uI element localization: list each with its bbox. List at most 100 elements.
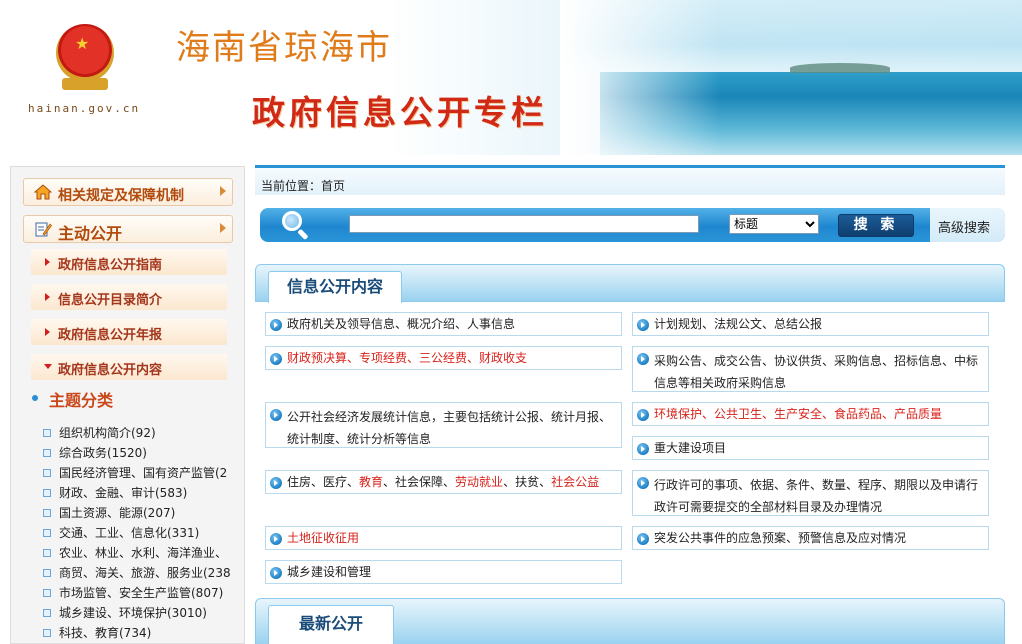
bullet-dot-icon — [32, 395, 38, 401]
search-bar: 标题 搜 索 高级搜索 — [260, 208, 1005, 242]
sidebar-item-guide[interactable]: 政府信息公开指南 — [31, 249, 227, 275]
category-label: 财政预决算、专项经费、三公经费、财政收支 — [287, 351, 528, 365]
topic-label: 市场监管、安全生产监管(807) — [59, 586, 224, 600]
topic-item[interactable]: 科技、教育(734) — [41, 623, 241, 643]
house-icon — [34, 184, 52, 200]
arrow-down-icon — [44, 364, 52, 369]
topic-label: 国民经济管理、国有资产监管(2 — [59, 466, 228, 480]
breadcrumb-text: 当前位置：首页 — [261, 177, 345, 194]
category-link-finance[interactable]: 财政预决算、专项经费、三公经费、财政收支 — [265, 346, 622, 370]
category-link-land-expropriation[interactable]: 土地征收征用 — [265, 526, 622, 550]
search-button[interactable]: 搜 索 — [838, 214, 914, 237]
topic-label: 国土资源、能源(207) — [59, 506, 176, 520]
topic-item[interactable]: 国土资源、能源(207) — [41, 503, 241, 523]
sidebar-item-catalog-intro[interactable]: 信息公开目录简介 — [31, 284, 227, 310]
category-link-statistics[interactable]: 公开社会经济发展统计信息，主要包括统计公报、统计月报、统计制度、统计分析等信息 — [265, 402, 622, 448]
category-label: 突发公共事件的应急预案、预警信息及应对情况 — [654, 531, 907, 545]
breadcrumb-label: 当前位置： — [261, 179, 322, 193]
arrow-circle-icon — [637, 443, 649, 455]
search-input[interactable] — [349, 215, 699, 233]
topic-label: 科技、教育(734) — [59, 626, 152, 640]
magnifier-icon — [282, 211, 310, 241]
sidebar-item-label: 政府信息公开内容 — [58, 363, 163, 378]
list-bullet-icon — [43, 609, 51, 617]
search-field-select[interactable]: 标题 — [729, 214, 819, 234]
arrow-right-icon — [45, 258, 50, 266]
category-label: 行政许可的事项、依据、条件、数量、程序、期限以及申请行政许可需要提交的全部材料目… — [654, 478, 979, 514]
topic-item[interactable]: 市场监管、安全生产监管(807) — [41, 583, 241, 603]
advanced-search-link[interactable]: 高级搜索 — [938, 217, 990, 236]
list-bullet-icon — [43, 449, 51, 457]
sidebar-section-regulations[interactable]: 相关规定及保障机制 — [23, 178, 233, 206]
category-link-livelihood[interactable]: 住房、医疗、教育、社会保障、劳动就业、扶贫、社会公益 — [265, 470, 622, 494]
topic-list: 组织机构简介(92) 综合政务(1520) 国民经济管理、国有资产监管(2 财政… — [41, 423, 241, 643]
tab-info-content[interactable]: 信息公开内容 — [268, 271, 403, 303]
topic-heading-label: 主题分类 — [49, 391, 114, 410]
category-link-environment-health[interactable]: 环境保护、公共卫生、生产安全、食品药品、产品质量 — [632, 402, 989, 426]
sidebar-section-label: 相关规定及保障机制 — [58, 188, 184, 204]
arrow-circle-icon — [637, 409, 649, 421]
category-link-administrative-licensing[interactable]: 行政许可的事项、依据、条件、数量、程序、期限以及申请行政许可需要提交的全部材料目… — [632, 470, 989, 516]
tab-latest[interactable]: 最新公开 — [268, 605, 395, 644]
topic-item[interactable]: 综合政务(1520) — [41, 443, 241, 463]
category-label: 住房、医疗、 — [287, 475, 360, 489]
list-bullet-icon — [43, 429, 51, 437]
topic-item[interactable]: 国民经济管理、国有资产监管(2 — [41, 463, 241, 483]
topic-label: 城乡建设、环境保护(3010) — [59, 606, 207, 620]
topic-item[interactable]: 组织机构简介(92) — [41, 423, 241, 443]
sidebar: 相关规定及保障机制 主动公开 政府信息公开指南 信息公开目录简介 政府信息公开年… — [10, 166, 245, 644]
banner-island — [790, 63, 890, 73]
topic-label: 商贸、海关、旅游、服务业(238 — [59, 566, 231, 580]
sidebar-section-proactive[interactable]: 主动公开 — [23, 215, 233, 243]
category-label: 计划规划、法规公文、总结公报 — [654, 317, 823, 331]
topic-label: 综合政务(1520) — [59, 446, 147, 460]
topic-item[interactable]: 农业、林业、水利、海洋渔业、 — [41, 543, 241, 563]
section-header-info-content: 信息公开内容 — [255, 264, 1005, 303]
list-bullet-icon — [43, 569, 51, 577]
chevron-right-icon — [220, 223, 226, 233]
category-label-highlight: 社会公益 — [551, 475, 600, 489]
category-link-emergency[interactable]: 突发公共事件的应急预案、预警信息及应对情况 — [632, 526, 989, 550]
list-bullet-icon — [43, 549, 51, 557]
arrow-circle-icon — [270, 567, 282, 579]
category-label: 公开社会经济发展统计信息，主要包括统计公报、统计月报、统计制度、统计分析等信息 — [287, 410, 612, 446]
arrow-circle-icon — [270, 477, 282, 489]
sidebar-item-disclosure-content[interactable]: 政府信息公开内容 — [31, 354, 227, 380]
chevron-right-icon — [220, 186, 226, 196]
sidebar-item-label: 信息公开目录简介 — [58, 293, 163, 308]
category-link-urban-construction[interactable]: 城乡建设和管理 — [265, 560, 622, 584]
category-label: 土地征收征用 — [287, 531, 360, 545]
list-bullet-icon — [43, 509, 51, 517]
arrow-circle-icon — [637, 477, 649, 489]
category-link-planning[interactable]: 计划规划、法规公文、总结公报 — [632, 312, 989, 336]
city-title: 海南省琼海市 — [176, 28, 392, 68]
sidebar-item-annual-report[interactable]: 政府信息公开年报 — [31, 319, 227, 345]
list-bullet-icon — [43, 629, 51, 637]
list-bullet-icon — [43, 489, 51, 497]
category-label: 采购公告、成交公告、协议供货、采购信息、招标信息、中标信息等相关政府采购信息 — [654, 354, 979, 390]
topic-label: 农业、林业、水利、海洋渔业、 — [59, 546, 228, 560]
category-label: 政府机关及领导信息、概况介绍、人事信息 — [287, 317, 516, 331]
banner-fade — [560, 0, 720, 155]
topic-item[interactable]: 商贸、海关、旅游、服务业(238 — [41, 563, 241, 583]
arrow-circle-icon — [270, 409, 282, 421]
pen-document-icon — [35, 222, 52, 237]
arrow-circle-icon — [270, 353, 282, 365]
list-bullet-icon — [43, 469, 51, 477]
breadcrumb-current[interactable]: 首页 — [321, 179, 345, 193]
topic-item[interactable]: 财政、金融、审计(583) — [41, 483, 241, 503]
sidebar-item-label: 政府信息公开年报 — [58, 328, 163, 343]
topic-item[interactable]: 城乡建设、环境保护(3010) — [41, 603, 241, 623]
category-link-procurement[interactable]: 采购公告、成交公告、协议供货、采购信息、招标信息、中标信息等相关政府采购信息 — [632, 346, 989, 392]
topic-label: 组织机构简介(92) — [59, 426, 156, 440]
arrow-circle-icon — [637, 353, 649, 365]
category-label: 、扶贫、 — [503, 475, 552, 489]
site-domain: hainan.gov.cn — [28, 102, 141, 115]
arrow-circle-icon — [270, 533, 282, 545]
category-label-highlight: 教育 — [359, 475, 384, 489]
page-title: 政府信息公开专栏 — [252, 93, 548, 132]
category-link-major-projects[interactable]: 重大建设项目 — [632, 436, 989, 460]
topic-item[interactable]: 交通、工业、信息化(331) — [41, 523, 241, 543]
category-link-government-agencies[interactable]: 政府机关及领导信息、概况介绍、人事信息 — [265, 312, 622, 336]
section-header-latest: 最新公开 — [255, 598, 1005, 644]
